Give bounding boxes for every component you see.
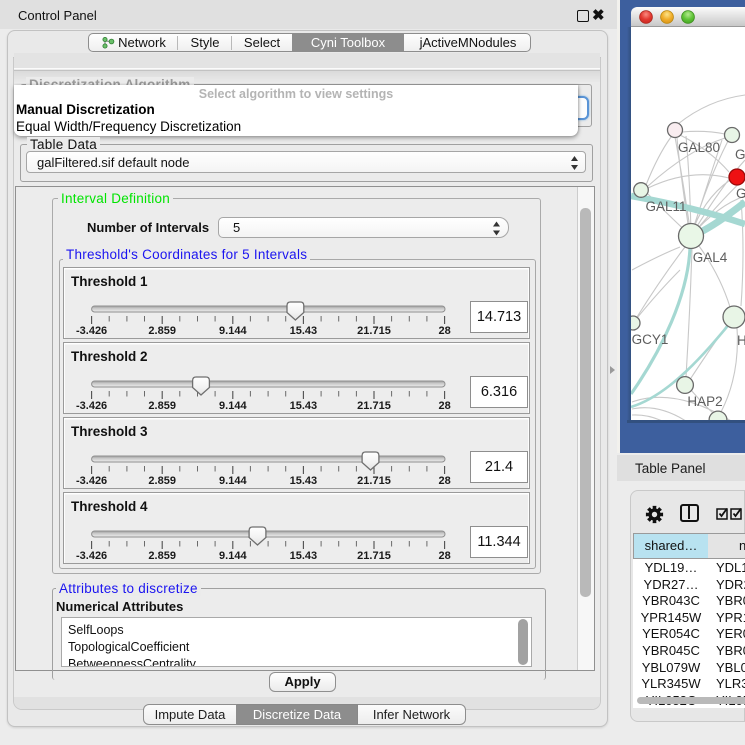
svg-text:15.43: 15.43 bbox=[290, 400, 318, 412]
svg-text:2.859: 2.859 bbox=[148, 550, 176, 562]
svg-text:GCY1: GCY1 bbox=[632, 332, 669, 347]
svg-text:28: 28 bbox=[438, 475, 450, 487]
svg-text:15.43: 15.43 bbox=[290, 475, 318, 487]
svg-text:2.859: 2.859 bbox=[148, 325, 176, 337]
svg-text:2.859: 2.859 bbox=[148, 400, 176, 412]
svg-text:15.43: 15.43 bbox=[290, 325, 318, 337]
svg-text:28: 28 bbox=[438, 325, 450, 337]
svg-text:-3.426: -3.426 bbox=[76, 400, 107, 412]
svg-text:-3.426: -3.426 bbox=[76, 475, 107, 487]
svg-text:2.859: 2.859 bbox=[148, 475, 176, 487]
svg-text:GA: GA bbox=[735, 147, 745, 162]
svg-text:9.144: 9.144 bbox=[219, 550, 247, 562]
svg-text:-3.426: -3.426 bbox=[76, 325, 107, 337]
svg-text:21.715: 21.715 bbox=[357, 475, 391, 487]
svg-text:9.144: 9.144 bbox=[219, 325, 247, 337]
svg-text:15.43: 15.43 bbox=[290, 550, 318, 562]
svg-text:9.144: 9.144 bbox=[219, 400, 247, 412]
svg-text:GAL11: GAL11 bbox=[645, 199, 686, 214]
svg-text:9.144: 9.144 bbox=[219, 475, 247, 487]
svg-text:-3.426: -3.426 bbox=[76, 550, 107, 562]
svg-text:21.715: 21.715 bbox=[357, 325, 391, 337]
svg-text:28: 28 bbox=[438, 400, 450, 412]
svg-text:21.715: 21.715 bbox=[357, 400, 391, 412]
svg-text:28: 28 bbox=[438, 550, 450, 562]
svg-text:GAL80: GAL80 bbox=[678, 140, 720, 155]
svg-text:G: G bbox=[736, 186, 745, 201]
svg-text:GAL4: GAL4 bbox=[693, 250, 728, 265]
svg-text:21.715: 21.715 bbox=[357, 550, 391, 562]
svg-text:HAP2: HAP2 bbox=[687, 394, 722, 409]
svg-text:HA: HA bbox=[737, 333, 745, 348]
